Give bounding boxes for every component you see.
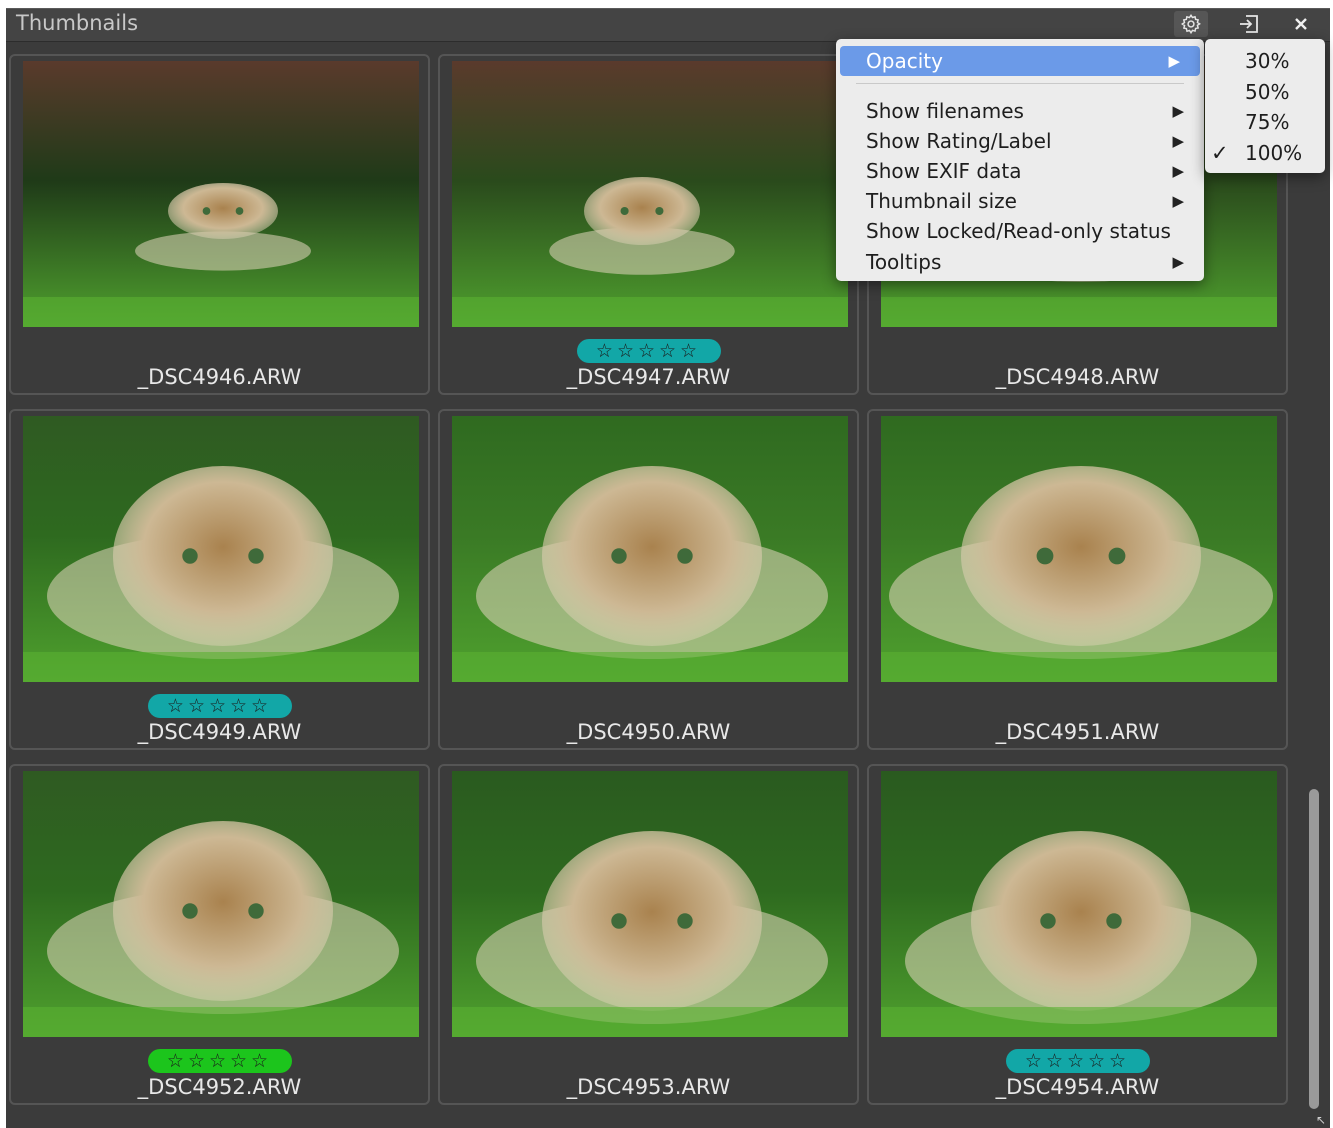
menu-item-label: Tooltips — [866, 250, 942, 274]
thumbnail-cell[interactable]: _DSC4950.ARW — [438, 409, 859, 750]
submenu-arrow-icon: ▶ — [1168, 52, 1180, 70]
submenu-arrow-icon: ▶ — [1172, 253, 1184, 271]
menu-item-label: Thumbnail size — [866, 189, 1017, 213]
menu-item-show-exif-data[interactable]: Show EXIF data ▶ — [836, 156, 1204, 186]
thumbnail-filename: _DSC4954.ARW — [995, 1075, 1160, 1099]
thumbnail-image[interactable] — [452, 771, 848, 1037]
cat-photo — [452, 61, 848, 327]
opacity-option-50[interactable]: 50% — [1205, 77, 1325, 107]
thumbnail-filename: _DSC4952.ARW — [137, 1075, 302, 1099]
settings-button[interactable] — [1174, 11, 1208, 37]
menu-item-label: Opacity — [866, 49, 943, 73]
menu-item-label: Show Rating/Label — [866, 129, 1052, 153]
panel-titlebar: Thumbnails — [6, 9, 1330, 42]
close-button[interactable] — [1284, 11, 1318, 37]
resize-grip-icon[interactable]: ↖ — [1314, 1113, 1328, 1127]
dock-out-icon — [1240, 15, 1258, 33]
thumbnail-cell[interactable]: ☆☆☆☆☆ _DSC4949.ARW — [9, 409, 430, 750]
menu-item-show-rating-label[interactable]: Show Rating/Label ▶ — [836, 126, 1204, 156]
menu-item-label: Show filenames — [866, 99, 1024, 123]
thumbnail-filename: _DSC4949.ARW — [137, 720, 302, 744]
rating-label-badge: ☆☆☆☆☆ — [576, 339, 721, 363]
thumbnail-image[interactable] — [881, 771, 1277, 1037]
submenu-arrow-icon: ▶ — [1172, 102, 1184, 120]
opacity-option-75[interactable]: 75% — [1205, 107, 1325, 137]
cat-photo — [452, 771, 848, 1037]
opacity-option-30[interactable]: 30% — [1205, 46, 1325, 76]
close-icon — [1295, 18, 1307, 30]
dock-button[interactable] — [1232, 11, 1266, 37]
thumbnail-image[interactable] — [23, 771, 419, 1037]
thumbnail-cell[interactable]: ☆☆☆☆☆ _DSC4947.ARW — [438, 54, 859, 395]
opacity-option-100[interactable]: ✓ 100% — [1205, 138, 1325, 168]
thumbnail-image[interactable] — [23, 61, 419, 327]
thumbnail-image[interactable] — [452, 61, 848, 327]
cat-photo — [452, 416, 848, 682]
opacity-option-label: 75% — [1245, 110, 1290, 134]
checkmark-icon: ✓ — [1211, 140, 1229, 165]
opacity-submenu: 30% 50% 75% ✓ 100% — [1205, 39, 1325, 173]
scrollbar-thumb[interactable] — [1309, 789, 1319, 1109]
opacity-option-label: 100% — [1245, 140, 1303, 165]
menu-item-show-locked-read-only-status[interactable]: Show Locked/Read-only status — [836, 216, 1204, 246]
submenu-arrow-icon: ▶ — [1172, 132, 1184, 150]
opacity-option-label: 30% — [1245, 49, 1290, 73]
rating-label-badge: ☆☆☆☆☆ — [1005, 1049, 1150, 1073]
panel-title: Thumbnails — [16, 11, 139, 35]
thumbnail-filename: _DSC4951.ARW — [995, 720, 1160, 744]
rating-label-badge: ☆☆☆☆☆ — [147, 1049, 292, 1073]
menu-item-label: Show Locked/Read-only status — [866, 219, 1171, 243]
opacity-option-label: 50% — [1245, 79, 1290, 104]
cat-photo — [23, 61, 419, 327]
cat-photo — [23, 416, 419, 682]
thumbnail-filename: _DSC4948.ARW — [995, 365, 1160, 389]
thumbnail-cell[interactable]: ☆☆☆☆☆ _DSC4952.ARW — [9, 764, 430, 1105]
thumbnail-cell[interactable]: _DSC4946.ARW — [9, 54, 430, 395]
thumbnail-cell[interactable]: _DSC4953.ARW — [438, 764, 859, 1105]
thumbnail-image[interactable] — [452, 416, 848, 682]
menu-separator — [856, 83, 1184, 84]
cat-photo — [23, 771, 419, 1037]
menu-item-thumbnail-size[interactable]: Thumbnail size ▶ — [836, 186, 1204, 216]
submenu-arrow-icon: ▶ — [1172, 192, 1184, 210]
menu-item-opacity[interactable]: Opacity ▶ — [840, 46, 1200, 76]
thumbnail-image[interactable] — [23, 416, 419, 682]
thumbnail-filename: _DSC4950.ARW — [566, 720, 731, 744]
thumbnail-filename: _DSC4953.ARW — [566, 1075, 731, 1099]
cat-photo — [881, 416, 1277, 682]
gear-icon — [1180, 13, 1201, 35]
menu-item-show-filenames[interactable]: Show filenames ▶ — [836, 96, 1204, 126]
thumbnail-filename: _DSC4946.ARW — [137, 365, 302, 389]
thumbnail-image[interactable] — [881, 416, 1277, 682]
settings-context-menu: Opacity ▶ Show filenames ▶ Show Rating/Label… — [836, 39, 1204, 281]
rating-label-badge: ☆☆☆☆☆ — [147, 694, 292, 718]
thumbnail-cell[interactable]: ☆☆☆☆☆ _DSC4954.ARW — [867, 764, 1288, 1105]
cat-photo — [881, 771, 1277, 1037]
menu-item-tooltips[interactable]: Tooltips ▶ — [836, 247, 1204, 277]
submenu-arrow-icon: ▶ — [1172, 162, 1184, 180]
menu-item-label: Show EXIF data — [866, 159, 1022, 183]
thumbnail-filename: _DSC4947.ARW — [566, 365, 731, 389]
thumbnail-cell[interactable]: _DSC4951.ARW — [867, 409, 1288, 750]
